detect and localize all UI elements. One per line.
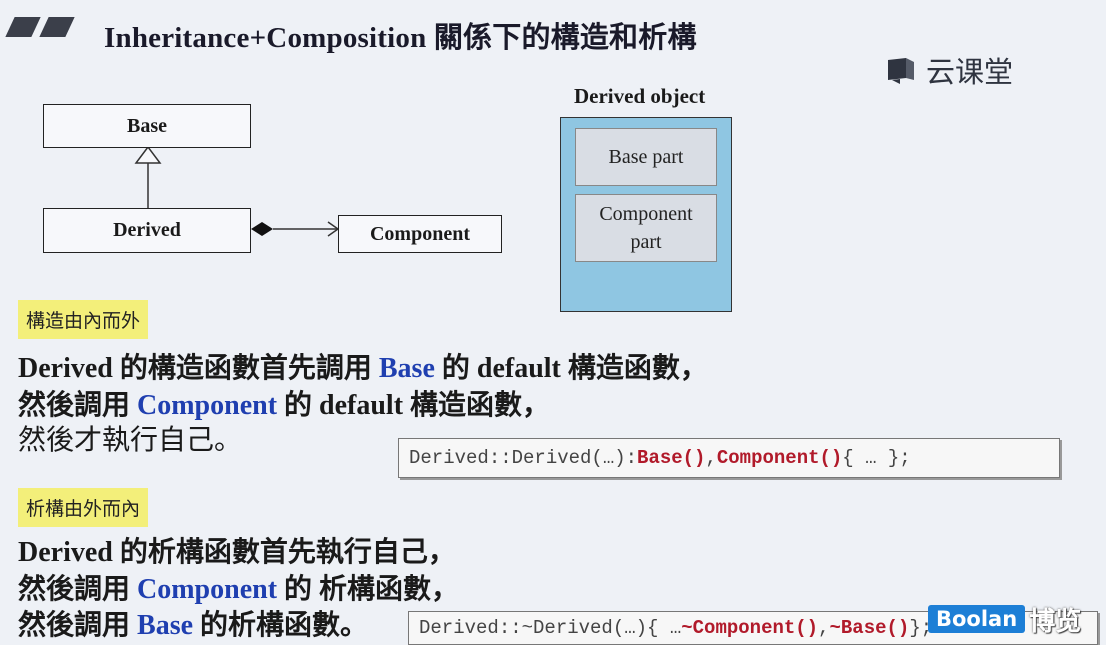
text-run: 然後才執行自己。: [18, 425, 243, 456]
text-run: ~Component(): [681, 617, 819, 639]
ctor-code-box: Derived::Derived(…): Base(), Component() …: [398, 438, 1060, 478]
composition-diamond: [251, 222, 273, 236]
text-run: 然後調用: [18, 574, 138, 605]
uml-derived-class: Derived: [43, 208, 251, 253]
boolan-brand: Boolan: [928, 605, 1026, 633]
text-run: 的構造函數首先調用: [112, 353, 379, 384]
dtor-line-2: 然後調用 Component 的 析構函數，: [18, 571, 459, 608]
object-title: Derived object: [574, 84, 706, 108]
text-run: Component(): [716, 447, 843, 469]
component-part-line1: Component: [599, 203, 693, 225]
derived-object-box: Base part Component part: [560, 117, 732, 312]
boolan-cn-text: 博览: [1029, 606, 1082, 637]
text-run: Base(): [637, 447, 706, 469]
text-run: 的析構函數首先執行自己，: [112, 537, 456, 568]
text-run: Component: [137, 574, 278, 605]
text-run: 的 析構函數，: [277, 574, 460, 605]
text-run: Derived: [18, 353, 113, 384]
text-run: Base: [137, 610, 194, 641]
text-run: Base: [378, 353, 435, 384]
uml-base-class: Base: [43, 104, 251, 148]
ctor-line-1: Derived 的構造函數首先調用 Base 的 default 構造函數，: [18, 350, 708, 387]
uml-component-class: Component: [338, 215, 502, 253]
text-run: 的 default 構造函數，: [277, 390, 551, 421]
text-run: ,: [818, 617, 830, 639]
ctor-line-2: 然後調用 Component 的 default 構造函數，: [18, 387, 550, 424]
component-part: Component part: [575, 194, 717, 262]
dtor-line-1: Derived 的析構函數首先執行自己，: [18, 534, 456, 571]
dtor-tag: 析構由外而內: [18, 488, 149, 527]
text-run: 然後調用: [18, 610, 138, 641]
dtor-line-3: 然後調用 Base 的析構函數。: [18, 607, 368, 644]
component-part-line2: part: [630, 231, 662, 253]
boolan-logo: Boolan 博览: [928, 602, 1082, 637]
ctor-tag: 構造由內而外: [18, 300, 149, 339]
text-run: 的 default 構造函數，: [434, 353, 708, 384]
text-run: ~Base(): [829, 617, 910, 639]
ctor-line-3: 然後才執行自己。: [18, 422, 242, 459]
text-run: ,: [705, 447, 717, 469]
text-run: { … };: [842, 447, 911, 469]
inheritance-triangle: [134, 145, 162, 164]
text-run: Derived::~Derived(…){ …: [419, 617, 682, 639]
base-part: Base part: [575, 128, 717, 186]
text-run: 的析構函數。: [193, 610, 369, 641]
text-run: Derived::Derived(…):: [409, 447, 638, 469]
text-run: Component: [137, 390, 278, 421]
text-run: 然後調用: [18, 390, 138, 421]
text-run: Derived: [18, 537, 113, 568]
